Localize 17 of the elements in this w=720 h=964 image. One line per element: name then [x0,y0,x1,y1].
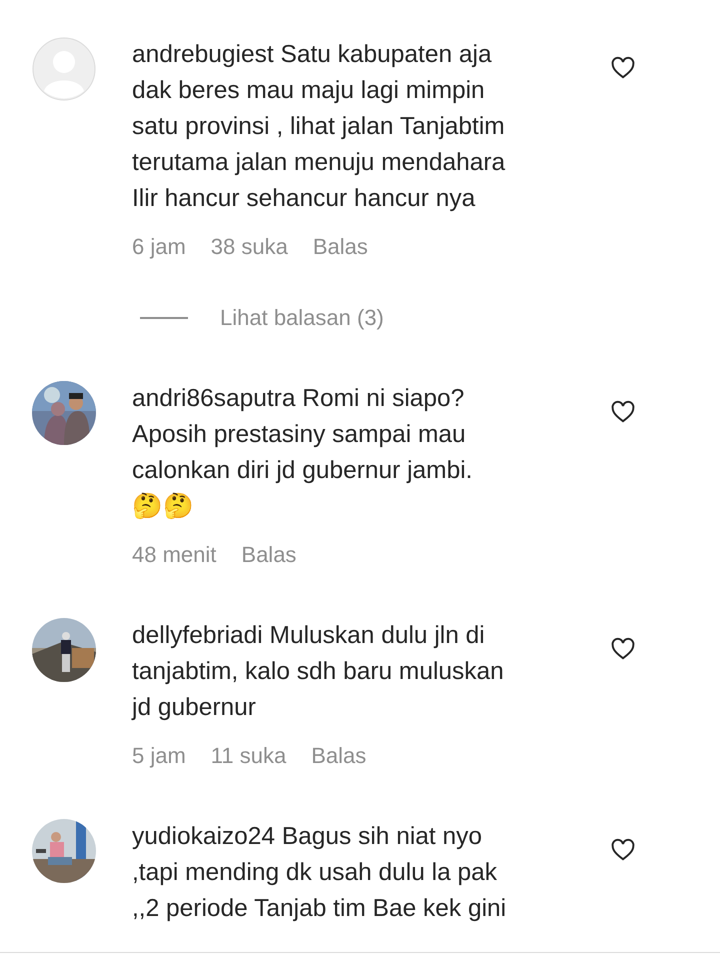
heart-icon[interactable] [610,399,636,425]
comment-time: 48 menit [132,541,216,569]
comment-text: yudiokaizo24 Bagus sih niat nyo ,tapi mending dk usah dulu la pak ,,2 periode Tanjab tim Bae kek gini [132,822,508,924]
reply-link[interactable]: Balas [311,738,366,774]
reply-link[interactable]: Balas [312,229,368,265]
like-count[interactable]: 11 suka [210,738,286,774]
comment-text: dellyfebriadi Muluskan dulu jln di tanjabtim, kalo sdh baru muluskan jd gubernur [132,621,505,723]
heart-icon[interactable] [610,837,636,863]
view-replies-button[interactable]: Lihat balasan (3) [220,300,384,336]
comment-text: andrebugiest Satu kabupaten aja dak beres mau maju lagi mimpin satu provinsi , lihat jalan Tanjabtim terutama jalan menuju mendahara Ilir hancur sehancur hancur nya [132,40,506,214]
comment-time: 5 jam [132,742,186,770]
comment-text: andri86saputra Romi ni siapo? Aposih prestasiny sampai mau calonkan diri jd gubernur jambi. 🤔🤔 [132,384,474,522]
like-count[interactable]: 38 suka [210,229,288,265]
heart-icon[interactable] [610,636,636,662]
reply-link[interactable]: Balas [241,537,296,573]
heart-icon[interactable] [610,55,636,81]
comment-time: 6 jam [132,233,186,261]
